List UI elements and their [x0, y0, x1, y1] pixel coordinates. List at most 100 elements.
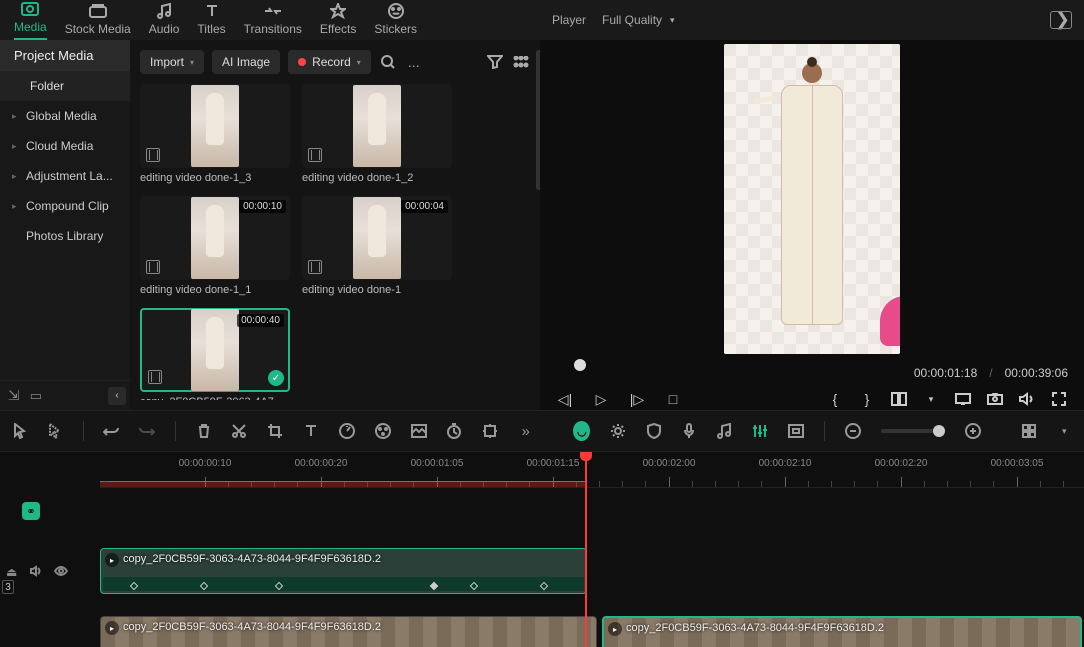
compare-icon[interactable] — [890, 390, 908, 408]
menu-icon[interactable] — [512, 53, 530, 71]
media-item[interactable]: 00:00:40✓ copy_2F0CB59F-3063-4A7... — [140, 308, 290, 400]
tab-stickers[interactable]: Stickers — [374, 2, 417, 40]
link-badge-icon[interactable]: ⚭ — [22, 502, 40, 520]
ai-bot-icon[interactable]: ◡ — [573, 421, 590, 441]
audio-icon — [153, 2, 175, 20]
sidebar-item-adjustment[interactable]: ▸Adjustment La... — [0, 161, 130, 191]
export-icon[interactable]: ⇲ — [8, 387, 20, 404]
prev-frame-icon[interactable]: ◁| — [556, 390, 574, 408]
undo-icon[interactable] — [103, 422, 119, 440]
sidebar-folder[interactable]: Folder — [0, 71, 130, 101]
video-preview — [724, 44, 900, 354]
select-icon[interactable] — [47, 422, 62, 440]
play-icon[interactable]: ▷ — [592, 390, 610, 408]
volume-icon[interactable] — [1018, 390, 1036, 408]
time-display: 00:00:01:18 / 00:00:39:06 — [540, 366, 1084, 386]
stickers-icon — [385, 2, 407, 20]
tab-audio[interactable]: Audio — [149, 2, 180, 40]
unlock-icon[interactable]: ⏏ — [6, 565, 20, 579]
sidebar-item-cloud-media[interactable]: ▸Cloud Media — [0, 131, 130, 161]
enhance-icon[interactable] — [610, 422, 626, 440]
timeline-clip[interactable]: ▸copy_2F0CB59F-3063-4A73-8044-9F4F9F6361… — [100, 548, 587, 594]
sidebar-item-global-media[interactable]: ▸ Global Media — [0, 101, 130, 131]
playhead[interactable] — [585, 452, 587, 647]
shield-icon[interactable] — [646, 422, 661, 440]
collapse-sidebar-icon[interactable]: ‹ — [108, 387, 126, 405]
import-button[interactable]: Import▾ — [140, 50, 204, 74]
mask-icon[interactable] — [411, 422, 427, 440]
redo-icon[interactable] — [139, 422, 155, 440]
crop-icon[interactable] — [267, 422, 283, 440]
time-separator: / — [989, 366, 992, 380]
media-item-label: copy_2F0CB59F-3063-4A7... — [140, 396, 290, 400]
fullscreen-icon[interactable] — [1050, 390, 1068, 408]
zoom-in-icon[interactable] — [965, 422, 981, 440]
tab-effects[interactable]: Effects — [320, 2, 356, 40]
tab-stock-media[interactable]: Stock Media — [65, 2, 131, 40]
timer-icon[interactable] — [447, 422, 462, 440]
player-header: Player Full Quality▾ — [540, 6, 1084, 34]
player-panel: Player Full Quality▾ 00:00:01:18 / 00:00… — [540, 40, 1084, 410]
sidebar-item-label: Global Media — [26, 109, 97, 123]
timeline-clip[interactable]: ▸ copy_2F0CB59F-3063-4A73-8044-9F4F9F636… — [100, 616, 597, 647]
delete-icon[interactable] — [196, 422, 211, 440]
display-icon[interactable] — [954, 390, 972, 408]
music-icon[interactable] — [717, 422, 732, 440]
mark-out-icon[interactable]: } — [858, 390, 876, 408]
duration-badge: 00:00:04 — [401, 200, 448, 213]
graph-icon[interactable] — [1050, 11, 1072, 29]
keyframe-icon[interactable] — [482, 422, 498, 440]
filter-icon[interactable] — [486, 53, 504, 71]
mark-in-icon[interactable]: { — [826, 390, 844, 408]
stop-icon[interactable]: □ — [664, 390, 682, 408]
folder-icon[interactable]: ▭ — [30, 388, 42, 404]
media-thumbnail[interactable]: 00:00:04 — [302, 196, 452, 280]
chevron-down-icon[interactable]: ▾ — [1057, 422, 1072, 440]
cut-icon[interactable] — [231, 422, 247, 440]
timeline-clip-selected[interactable]: ▸ copy_2F0CB59F-3063-4A73-8044-9F4F9F636… — [602, 616, 1082, 647]
more-icon[interactable]: ... — [405, 53, 423, 71]
media-thumbnail[interactable] — [302, 84, 452, 168]
media-thumbnail[interactable] — [140, 84, 290, 168]
tab-stickers-label: Stickers — [374, 22, 417, 36]
tab-media[interactable]: Media — [14, 0, 47, 40]
search-icon[interactable] — [379, 53, 397, 71]
next-frame-icon[interactable]: |▷ — [628, 390, 646, 408]
chevron-down-icon[interactable]: ▾ — [922, 390, 940, 408]
quality-dropdown[interactable]: Full Quality▾ — [602, 13, 675, 27]
mic-icon[interactable] — [682, 422, 697, 440]
snapshot-icon[interactable] — [986, 390, 1004, 408]
media-thumbnail-selected[interactable]: 00:00:40✓ — [140, 308, 290, 392]
sidebar-project-media[interactable]: Project Media — [0, 40, 130, 71]
sidebar-item-photos[interactable]: Photos Library — [0, 221, 130, 251]
media-item[interactable]: 00:00:10 editing video done-1_1 — [140, 196, 290, 296]
preview-area[interactable] — [540, 40, 1084, 354]
adjust-icon[interactable] — [752, 422, 768, 440]
record-button[interactable]: Record▾ — [288, 50, 371, 74]
sidebar-item-compound[interactable]: ▸Compound Clip — [0, 191, 130, 221]
scrub-handle[interactable] — [574, 359, 586, 371]
media-item[interactable]: editing video done-1_2 — [302, 84, 452, 184]
chevron-right-icon: ▸ — [12, 141, 20, 152]
ai-image-button[interactable]: AI Image — [212, 50, 280, 74]
text-icon[interactable] — [303, 422, 318, 440]
color-icon[interactable] — [375, 422, 391, 440]
chevron-right-icon: ▸ — [12, 111, 20, 122]
grid-view-icon[interactable] — [1021, 422, 1036, 440]
zoom-slider[interactable] — [881, 429, 945, 433]
media-item[interactable]: editing video done-1_3 — [140, 84, 290, 184]
media-icon — [19, 0, 41, 18]
tab-titles[interactable]: Titles — [197, 2, 225, 40]
duration-badge: 00:00:40 — [237, 314, 284, 327]
pointer-icon[interactable] — [12, 422, 27, 440]
more-tools-icon[interactable]: » — [518, 422, 533, 440]
zoom-out-icon[interactable] — [845, 422, 861, 440]
media-thumbnail[interactable]: 00:00:10 — [140, 196, 290, 280]
speed-icon[interactable] — [339, 422, 355, 440]
mute-icon[interactable] — [30, 565, 44, 579]
visibility-icon[interactable] — [54, 565, 68, 579]
media-item[interactable]: 00:00:04 editing video done-1 — [302, 196, 452, 296]
sidebar-bottom: ⇲ ▭ ‹ — [0, 380, 130, 410]
frame-icon[interactable] — [788, 422, 804, 440]
tab-transitions[interactable]: Transitions — [244, 2, 302, 40]
